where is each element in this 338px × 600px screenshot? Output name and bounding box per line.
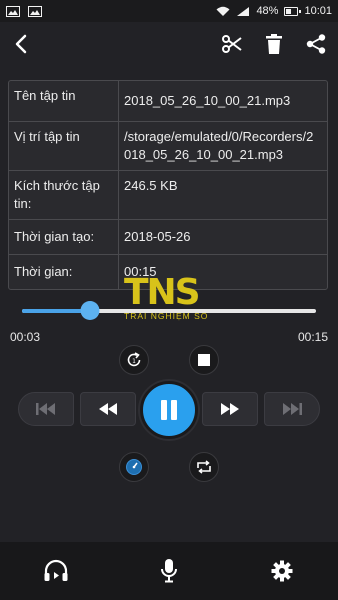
repeat-one-icon: 1 xyxy=(127,352,141,367)
back-arrow-icon xyxy=(15,34,27,54)
status-bar: 48% 10:01 xyxy=(0,0,338,22)
share-button[interactable] xyxy=(304,32,328,56)
nav-player-tab[interactable] xyxy=(36,551,76,591)
loop-button[interactable] xyxy=(189,452,219,482)
battery-percent: 48% xyxy=(256,5,279,17)
info-value: 246.5 KB xyxy=(124,178,178,193)
playback-seekbar[interactable] xyxy=(22,301,316,320)
rewind-icon xyxy=(99,403,117,415)
trim-button[interactable] xyxy=(220,32,244,56)
share-icon xyxy=(306,34,326,54)
stop-button[interactable] xyxy=(189,345,219,375)
info-label: Kích thước tập tin: xyxy=(9,171,119,219)
speed-icon xyxy=(126,459,142,475)
svg-text:1: 1 xyxy=(132,358,136,365)
toolbar xyxy=(0,22,338,66)
total-time: 00:15 xyxy=(297,330,328,344)
info-label: Thời gian tạo: xyxy=(9,220,119,254)
trash-icon xyxy=(266,34,282,54)
seekbar-thumb[interactable] xyxy=(80,301,100,320)
skip-previous-icon xyxy=(36,403,55,415)
nav-settings-tab[interactable] xyxy=(262,551,302,591)
rewind-button[interactable] xyxy=(80,392,136,426)
signal-icon xyxy=(237,6,250,16)
playback-speed-button[interactable] xyxy=(119,452,149,482)
info-row-name: Tên tập tin 2018_05_26_10_00_21.mp3 xyxy=(9,81,327,122)
nav-record-tab[interactable] xyxy=(149,551,189,591)
skip-previous-button[interactable] xyxy=(18,392,74,426)
info-label: Thời gian: xyxy=(9,255,119,289)
skip-next-button[interactable] xyxy=(264,392,320,426)
current-time: 00:03 xyxy=(10,330,41,344)
image-notification-icon xyxy=(6,5,20,17)
info-row-location: Vị trí tập tin /storage/emulated/0/Recor… xyxy=(9,122,327,171)
headphones-icon xyxy=(44,559,68,581)
fast-forward-icon xyxy=(221,403,239,415)
stop-icon xyxy=(198,354,210,366)
info-value: /storage/emulated/0/Recorders/2018_05_26… xyxy=(124,129,314,162)
info-row-duration: Thời gian: 00:15 xyxy=(9,255,327,289)
info-row-size: Kích thước tập tin: 246.5 KB xyxy=(9,171,327,220)
info-row-created: Thời gian tạo: 2018-05-26 xyxy=(9,220,327,255)
settings-icon xyxy=(271,560,293,582)
clock: 10:01 xyxy=(304,5,332,17)
delete-button[interactable] xyxy=(262,32,286,56)
pause-button[interactable] xyxy=(140,381,198,439)
bottom-navigation xyxy=(0,542,338,600)
loop-icon xyxy=(197,460,211,474)
battery-icon xyxy=(284,6,302,16)
scissors-icon xyxy=(222,35,242,53)
info-label: Vị trí tập tin xyxy=(9,122,119,170)
back-button[interactable] xyxy=(8,30,36,58)
skip-next-icon xyxy=(283,403,302,415)
info-value: 2018_05_26_10_00_21.mp3 xyxy=(124,93,291,108)
pause-icon xyxy=(161,400,177,420)
info-label: Tên tập tin xyxy=(9,81,119,121)
gallery-notification-icon xyxy=(28,5,42,17)
info-value: 2018-05-26 xyxy=(124,229,191,244)
fast-forward-button[interactable] xyxy=(202,392,258,426)
info-value: 00:15 xyxy=(124,264,157,279)
wifi-icon xyxy=(216,6,230,16)
repeat-one-button[interactable]: 1 xyxy=(119,345,149,375)
file-info-table: Tên tập tin 2018_05_26_10_00_21.mp3 Vị t… xyxy=(8,80,328,290)
microphone-icon xyxy=(160,559,177,583)
